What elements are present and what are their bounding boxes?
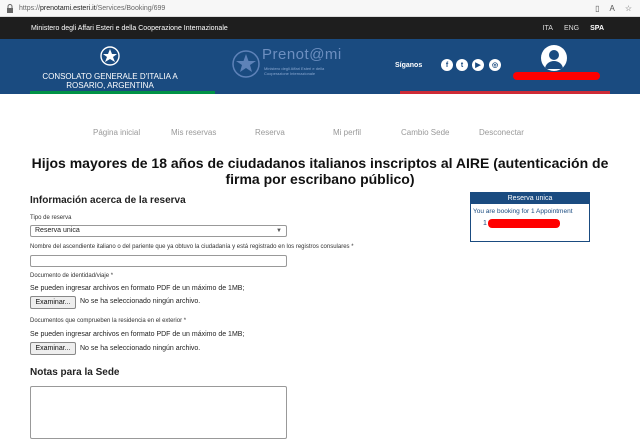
bookmark-star-icon[interactable]: ☆: [625, 4, 632, 13]
nav-logout[interactable]: Desconectar: [479, 128, 524, 137]
user-avatar-icon[interactable]: [541, 45, 567, 71]
booking-type-select[interactable]: Reserva unica ▼: [30, 225, 287, 237]
twitter-icon[interactable]: t: [456, 59, 468, 71]
residence-document-label: Documentos que comprueben la residencia …: [30, 318, 187, 324]
reader-view-icon[interactable]: ▯: [595, 4, 599, 13]
prenotami-logo-subtitle: Ministero degli Affari Esteri e della Co…: [264, 66, 325, 76]
residence-document-browse-button[interactable]: Examinar...: [30, 342, 76, 355]
translate-icon[interactable]: A: [609, 4, 614, 13]
green-stripe: [30, 91, 215, 94]
redacted-username: [513, 72, 600, 80]
nav-booking[interactable]: Reserva: [255, 128, 285, 137]
booking-type-label: Tipo de reserva: [30, 215, 72, 221]
browser-address-bar: https://prenotami.esteri.it/Services/Boo…: [0, 0, 640, 17]
booking-summary-panel: Reserva unica You are booking for 1 Appo…: [470, 192, 590, 242]
notes-textarea[interactable]: [30, 386, 287, 439]
lang-ita[interactable]: ITA: [543, 25, 553, 32]
instagram-icon[interactable]: ◎: [489, 59, 501, 71]
site-header: CONSOLATO GENERALE D'ITALIA A ROSARIO, A…: [0, 39, 640, 94]
id-document-file-status: No se ha seleccionado ningún archivo.: [80, 298, 201, 305]
ancestor-name-input[interactable]: [30, 255, 287, 267]
lock-icon: [6, 3, 14, 13]
red-stripe: [400, 91, 610, 94]
ministry-name[interactable]: Ministero degli Affari Esteri e della Co…: [31, 25, 228, 32]
ancestor-name-label: Nombre del ascendiente italiano o del pa…: [30, 244, 354, 250]
lang-eng[interactable]: ENG: [564, 25, 579, 32]
language-switcher: ITA ENG SPA: [543, 25, 604, 32]
follow-us-label: Síganos: [395, 62, 423, 69]
consulate-name[interactable]: CONSOLATO GENERALE D'ITALIA A ROSARIO, A…: [30, 72, 190, 90]
url-field[interactable]: https://prenotami.esteri.it/Services/Boo…: [19, 5, 165, 12]
residence-document-note: Se pueden ingresar archivos en formato P…: [30, 331, 245, 338]
nav-home[interactable]: Página inicial: [93, 128, 140, 137]
main-nav: Página inicial Mis reservas Reserva Mi p…: [0, 128, 640, 142]
facebook-icon[interactable]: f: [441, 59, 453, 71]
prenotami-logo-text[interactable]: Prenot@mi: [262, 46, 342, 63]
youtube-icon[interactable]: ▶: [472, 59, 484, 71]
id-document-label: Documento de identidad/viaje *: [30, 273, 114, 279]
nav-profile[interactable]: Mi perfil: [333, 128, 361, 137]
page-title: Hijos mayores de 18 años de ciudadanos i…: [31, 155, 609, 187]
booking-summary-title: Reserva unica: [471, 193, 589, 204]
chevron-down-icon: ▼: [276, 228, 282, 234]
residence-document-file-status: No se ha seleccionado ningún archivo.: [80, 345, 201, 352]
booking-info-heading: Información acerca de la reserva: [30, 195, 186, 206]
redacted-booking-name: [488, 219, 560, 228]
italian-emblem-icon: [100, 46, 120, 66]
notes-heading: Notas para la Sede: [30, 367, 120, 378]
nav-change-office[interactable]: Cambio Sede: [401, 128, 449, 137]
lang-spa[interactable]: SPA: [590, 25, 604, 32]
id-document-note: Se pueden ingresar archivos en formato P…: [30, 285, 245, 292]
booking-summary-number: 1: [483, 220, 487, 227]
id-document-browse-button[interactable]: Examinar...: [30, 296, 76, 309]
nav-my-bookings[interactable]: Mis reservas: [171, 128, 216, 137]
ministry-bar: Ministero degli Affari Esteri e della Co…: [0, 17, 640, 39]
booking-summary-text: You are booking for 1 Appointment: [473, 208, 573, 215]
